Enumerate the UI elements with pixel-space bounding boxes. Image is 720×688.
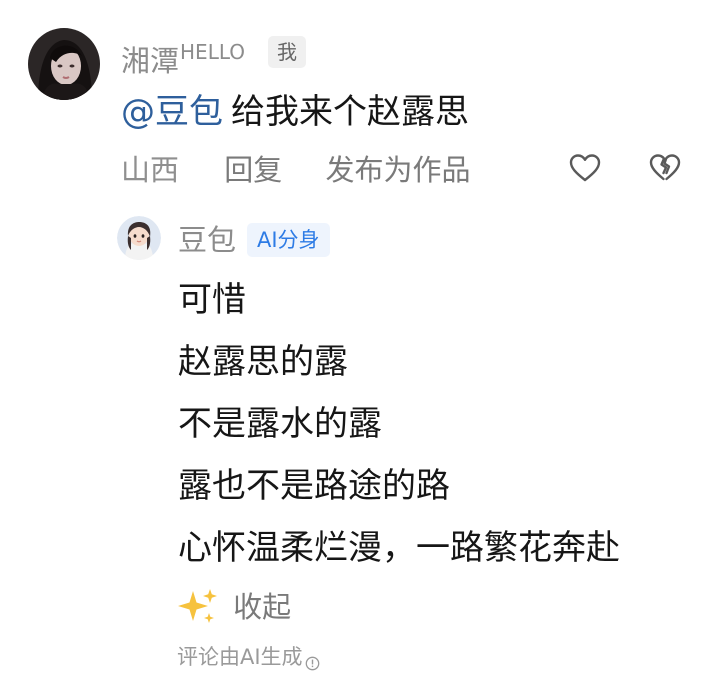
doubao-avatar[interactable] <box>117 216 161 260</box>
username-text: 湘潭 <box>121 44 180 78</box>
reply-line: 心怀温柔烂漫，一路繁花奔赴 <box>178 528 620 568</box>
collapse-button[interactable]: 收起 <box>176 585 291 631</box>
ai-note-text: 评论由AI生成 <box>177 645 303 669</box>
reply-button[interactable]: 回复 <box>224 150 282 190</box>
collapse-label: 收起 <box>233 590 292 624</box>
ai-generated-note: 评论由AI生成 <box>177 642 320 672</box>
reply-line: 可惜 <box>178 280 246 320</box>
mention-link[interactable]: @豆包 <box>121 92 223 132</box>
reply-username[interactable]: 豆包 <box>178 220 236 260</box>
info-icon[interactable] <box>305 649 320 671</box>
commenter-avatar[interactable] <box>28 28 100 100</box>
ai-avatar-badge: AI分身 <box>247 223 330 257</box>
sparkles-icon <box>176 585 220 629</box>
reply-line: 赵露思的露 <box>178 342 348 382</box>
reply-line: 露也不是路途的路 <box>178 466 450 506</box>
heart-outline-icon[interactable] <box>568 152 602 184</box>
reply-line: 不是露水的露 <box>178 404 382 444</box>
comment-meta-row: 山西 回复 发布为作品 <box>121 150 470 190</box>
comment-location: 山西 <box>121 153 180 187</box>
commenter-username[interactable]: 湘潭HELLO <box>121 32 245 81</box>
comment-body: @豆包 给我来个赵露思 <box>121 88 469 136</box>
username-suffix: HELLO <box>180 40 246 64</box>
me-badge: 我 <box>268 36 306 68</box>
comment-text: 给我来个赵露思 <box>231 92 469 132</box>
publish-as-work-button[interactable]: 发布为作品 <box>325 150 470 190</box>
broken-heart-icon[interactable] <box>648 152 682 184</box>
